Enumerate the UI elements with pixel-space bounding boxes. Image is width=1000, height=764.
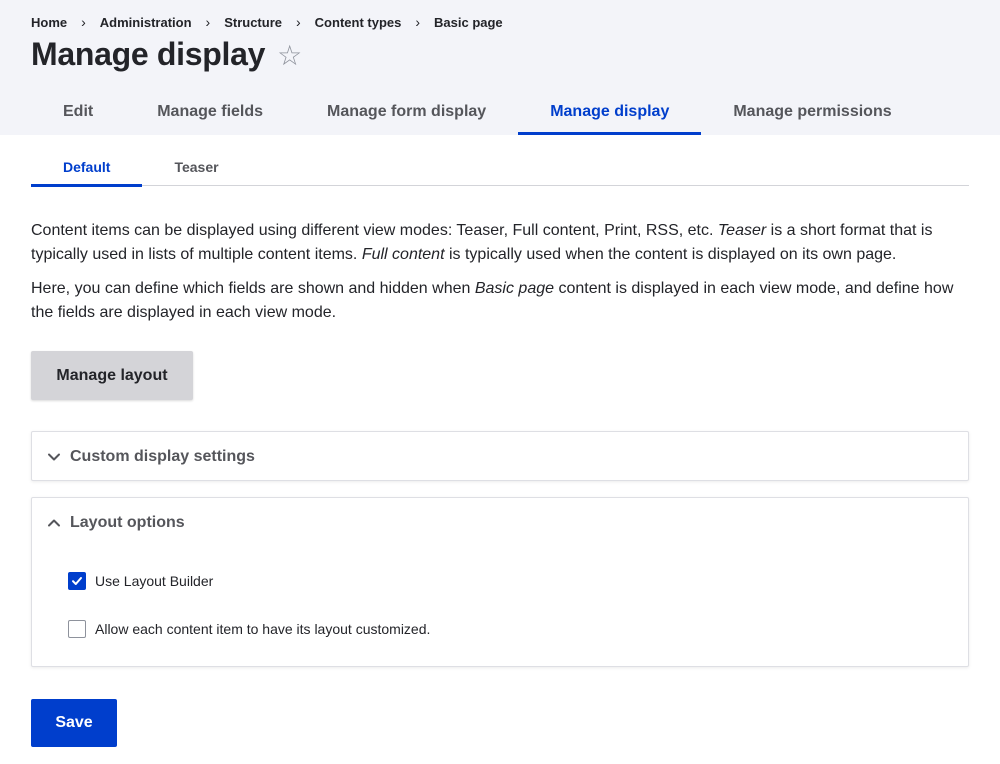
tab-manage-display[interactable]: Manage display	[518, 88, 702, 135]
custom-display-settings-toggle[interactable]: Custom display settings	[32, 432, 968, 482]
tab-teaser[interactable]: Teaser	[142, 148, 250, 186]
breadcrumb-separator: ›	[81, 14, 86, 30]
allow-customize-option[interactable]: Allow each content item to have its layo…	[68, 620, 430, 638]
allow-customize-checkbox[interactable]	[68, 620, 86, 638]
page-header: Home › Administration › Structure › Cont…	[0, 0, 1000, 135]
breadcrumb-separator: ›	[415, 14, 421, 30]
layout-options-toggle[interactable]: Layout options	[32, 498, 968, 548]
description-text: Content items can be displayed using dif…	[31, 222, 718, 239]
description-text: Here, you can define which fields are sh…	[31, 280, 475, 297]
tab-default[interactable]: Default	[31, 148, 143, 187]
allow-customize-label: Allow each content item to have its layo…	[95, 621, 431, 637]
view-modes-description: Content items can be displayed using dif…	[31, 219, 971, 267]
custom-display-settings-label: Custom display settings	[70, 448, 255, 465]
breadcrumb: Home › Administration › Structure › Cont…	[31, 14, 503, 30]
title-row: Manage display ☆	[31, 36, 302, 73]
description-text: is typically used when the content is di…	[444, 246, 897, 263]
page-title: Manage display	[31, 36, 266, 72]
secondary-tabs: Default Teaser	[31, 148, 969, 187]
breadcrumb-basic-page[interactable]: Basic page	[434, 15, 503, 30]
breadcrumb-separator: ›	[205, 14, 211, 30]
breadcrumb-home[interactable]: Home	[31, 15, 67, 30]
fields-description: Here, you can define which fields are sh…	[31, 277, 971, 325]
tab-manage-form-display[interactable]: Manage form display	[295, 88, 518, 135]
checkmark-icon	[72, 577, 82, 585]
tab-manage-fields[interactable]: Manage fields	[125, 88, 295, 135]
chevron-down-icon	[46, 449, 62, 465]
use-layout-builder-label: Use Layout Builder	[95, 573, 214, 589]
use-layout-builder-option[interactable]: Use Layout Builder	[68, 572, 213, 590]
description-emphasis: Full content	[361, 246, 445, 263]
save-button[interactable]: Save	[31, 699, 117, 747]
use-layout-builder-checkbox[interactable]	[68, 572, 86, 590]
breadcrumb-content-types[interactable]: Content types	[315, 15, 402, 30]
breadcrumb-structure[interactable]: Structure	[224, 15, 282, 30]
layout-options-panel: Layout options Use Layout Builder Allow …	[31, 497, 969, 667]
custom-display-settings-panel: Custom display settings	[31, 431, 969, 481]
breadcrumb-separator: ›	[296, 14, 301, 30]
chevron-up-icon	[46, 515, 62, 531]
description-emphasis: Basic page	[474, 280, 555, 297]
star-outline-icon[interactable]: ☆	[277, 41, 302, 70]
tab-edit[interactable]: Edit	[31, 88, 125, 135]
description-emphasis: Teaser	[717, 222, 767, 239]
layout-options-label: Layout options	[70, 514, 185, 531]
primary-tabs: Edit Manage fields Manage form display M…	[31, 88, 924, 135]
tab-manage-permissions[interactable]: Manage permissions	[701, 88, 923, 135]
breadcrumb-administration[interactable]: Administration	[100, 15, 192, 30]
manage-layout-button[interactable]: Manage layout	[31, 351, 193, 400]
